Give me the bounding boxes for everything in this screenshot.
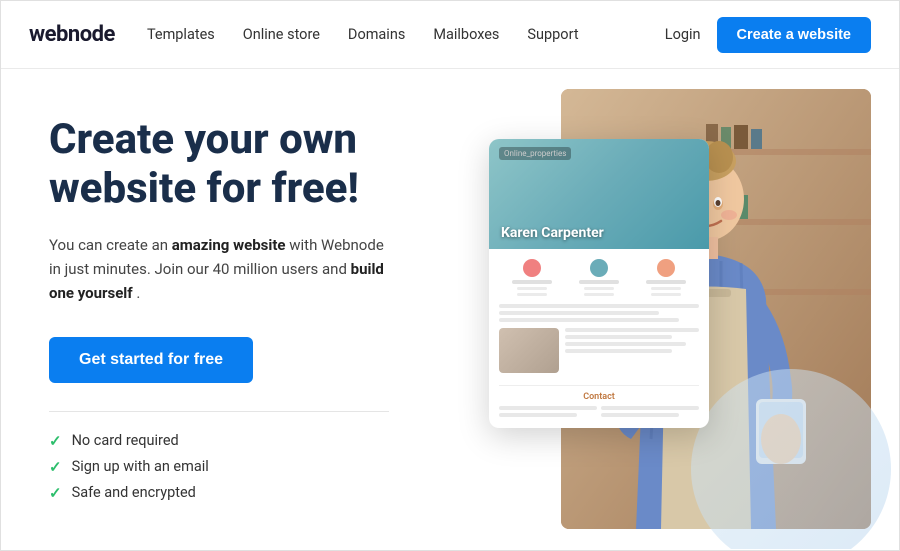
preview-icon-text-sm-1 — [517, 287, 547, 290]
preview-icon-text-3 — [646, 280, 686, 284]
preview-icon-text-1 — [512, 280, 552, 284]
subtitle-bold1: amazing website — [172, 236, 286, 254]
nav-link-templates[interactable]: Templates — [147, 26, 215, 43]
hero-left: Create your own website for free! You ca… — [49, 96, 469, 522]
feature-item-1: ✓ No card required — [49, 432, 469, 450]
feature-label-2: Sign up with an email — [72, 458, 209, 475]
nav-links: Templates Online store Domains Mailboxes… — [147, 26, 665, 43]
preview-icon-text-sm-6 — [651, 293, 681, 296]
preview-line-1 — [499, 304, 699, 308]
preview-side-text — [565, 328, 699, 379]
preview-line-3 — [499, 318, 679, 322]
feature-item-3: ✓ Safe and encrypted — [49, 484, 469, 502]
preview-icon-circle-2 — [590, 259, 608, 277]
preview-line-7 — [565, 349, 672, 353]
check-icon-2: ✓ — [49, 458, 62, 476]
nav-actions: Login Create a website — [665, 17, 871, 53]
preview-body: Contact — [489, 249, 709, 428]
preview-person-name: Karen Carpenter — [501, 225, 604, 241]
preview-line-2 — [499, 311, 659, 315]
nav-link-domains[interactable]: Domains — [348, 26, 405, 43]
preview-line-5 — [565, 335, 672, 339]
preview-line-4 — [565, 328, 699, 332]
preview-content-row — [499, 328, 699, 379]
nav-link-online-store[interactable]: Online store — [243, 26, 320, 43]
preview-icon-text-sm-3 — [584, 287, 614, 290]
preview-icons-row — [499, 259, 699, 296]
preview-footer-row — [499, 406, 699, 420]
preview-card: Online_properties Karen Carpenter — [489, 139, 709, 428]
preview-line-6 — [565, 342, 686, 346]
navbar: webnode Templates Online store Domains M… — [1, 1, 899, 69]
nav-link-support[interactable]: Support — [527, 26, 578, 43]
get-started-button[interactable]: Get started for free — [49, 337, 253, 383]
preview-icon-text-2 — [579, 280, 619, 284]
preview-small-image — [499, 328, 559, 373]
feature-label-3: Safe and encrypted — [72, 484, 196, 501]
hero-right: Online_properties Karen Carpenter — [469, 89, 871, 529]
subtitle-text1: You can create an — [49, 236, 172, 254]
preview-text-block-1 — [499, 304, 699, 322]
divider — [49, 411, 389, 412]
preview-contact: Contact — [499, 385, 699, 402]
preview-footer-line-2 — [499, 413, 577, 417]
preview-footer-line-1 — [499, 406, 597, 410]
feature-item-2: ✓ Sign up with an email — [49, 458, 469, 476]
preview-site-label: Online_properties — [499, 147, 571, 160]
check-icon-3: ✓ — [49, 484, 62, 502]
preview-footer-line-4 — [601, 413, 679, 417]
logo: webnode — [29, 22, 115, 47]
preview-footer-block-1 — [499, 406, 597, 420]
preview-icon-text-sm-2 — [517, 293, 547, 296]
nav-link-mailboxes[interactable]: Mailboxes — [433, 26, 499, 43]
preview-icon-text-sm-4 — [584, 293, 614, 296]
preview-icon-item-2 — [579, 259, 619, 296]
hero-title: Create your own website for free! — [49, 116, 469, 213]
preview-icon-item-3 — [646, 259, 686, 296]
hero-section: Create your own website for free! You ca… — [1, 69, 899, 549]
feature-label-1: No card required — [72, 432, 179, 449]
preview-icon-item-1 — [512, 259, 552, 296]
page-wrapper: webnode Templates Online store Domains M… — [0, 0, 900, 551]
preview-footer-line-3 — [601, 406, 699, 410]
preview-footer-block-2 — [601, 406, 699, 420]
login-link[interactable]: Login — [665, 26, 701, 43]
subtitle-end: . — [136, 284, 140, 302]
preview-icon-text-sm-5 — [651, 287, 681, 290]
preview-icon-circle-1 — [523, 259, 541, 277]
create-website-button[interactable]: Create a website — [717, 17, 871, 53]
preview-icon-circle-3 — [657, 259, 675, 277]
hero-subtitle: You can create an amazing website with W… — [49, 233, 389, 305]
preview-header: Online_properties Karen Carpenter — [489, 139, 709, 249]
check-icon-1: ✓ — [49, 432, 62, 450]
features-list: ✓ No card required ✓ Sign up with an ema… — [49, 432, 469, 502]
